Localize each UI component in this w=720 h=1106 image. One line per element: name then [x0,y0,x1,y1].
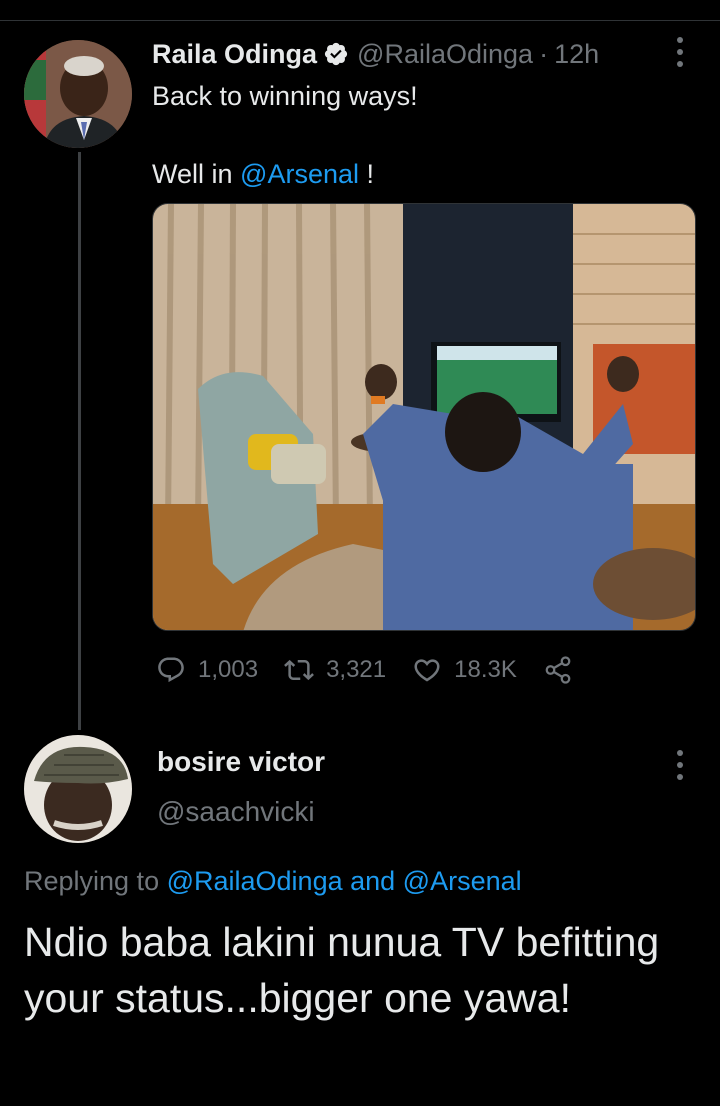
retweet-count: 3,321 [326,656,387,683]
more-options-icon[interactable] [675,37,685,67]
reply-more-options-icon[interactable] [675,750,685,780]
mention-link-railaodinga[interactable]: @RailaOdinga [167,866,343,896]
retweet-icon [284,659,314,681]
reply-author-handle[interactable]: @saachvicki [157,796,315,828]
replying-and: and [342,866,403,896]
thread-connector-line [78,152,81,730]
author-name[interactable]: Raila Odinga [152,39,317,70]
tweet-header: Raila Odinga @RailaOdinga · 12h [152,34,599,74]
author-handle[interactable]: @RailaOdinga [357,39,533,70]
reply-author-name[interactable]: bosire victor [157,746,325,778]
tweet-photo[interactable] [152,203,696,631]
share-button[interactable] [543,655,573,685]
like-count: 18.3K [454,656,517,683]
like-icon [414,659,440,682]
replying-to-line: Replying to @RailaOdinga and @Arsenal [24,866,522,897]
tweet-text-prefix: Well in [152,159,241,189]
reply-text: Ndio baba lakini nunua TV befitting your… [24,919,660,1021]
tweet-text-line1: Back to winning ways! [152,81,418,111]
separator-dot: · [539,38,549,69]
tweet-actions: 1,003 3,321 18.3K [156,648,573,692]
reply-author-avatar[interactable] [24,735,132,843]
reply-count: 1,003 [198,656,259,683]
replying-prefix: Replying to [24,866,167,896]
reply-button[interactable]: 1,003 [156,655,258,685]
verified-badge-icon [324,42,348,66]
author-avatar[interactable] [24,40,132,148]
tweet-text-suffix: ! [359,159,375,189]
like-button[interactable]: 18.3K [412,655,517,685]
tweet-text-line2: Well in @Arsenal ! [152,154,374,194]
reply-icon [158,657,184,683]
mention-link-arsenal[interactable]: @Arsenal [240,159,359,189]
mention-link-arsenal-reply[interactable]: @Arsenal [403,866,522,896]
tweet-timestamp[interactable]: 12h [554,39,599,70]
retweet-button[interactable]: 3,321 [284,655,386,685]
share-icon [545,656,571,684]
top-divider [0,20,720,21]
